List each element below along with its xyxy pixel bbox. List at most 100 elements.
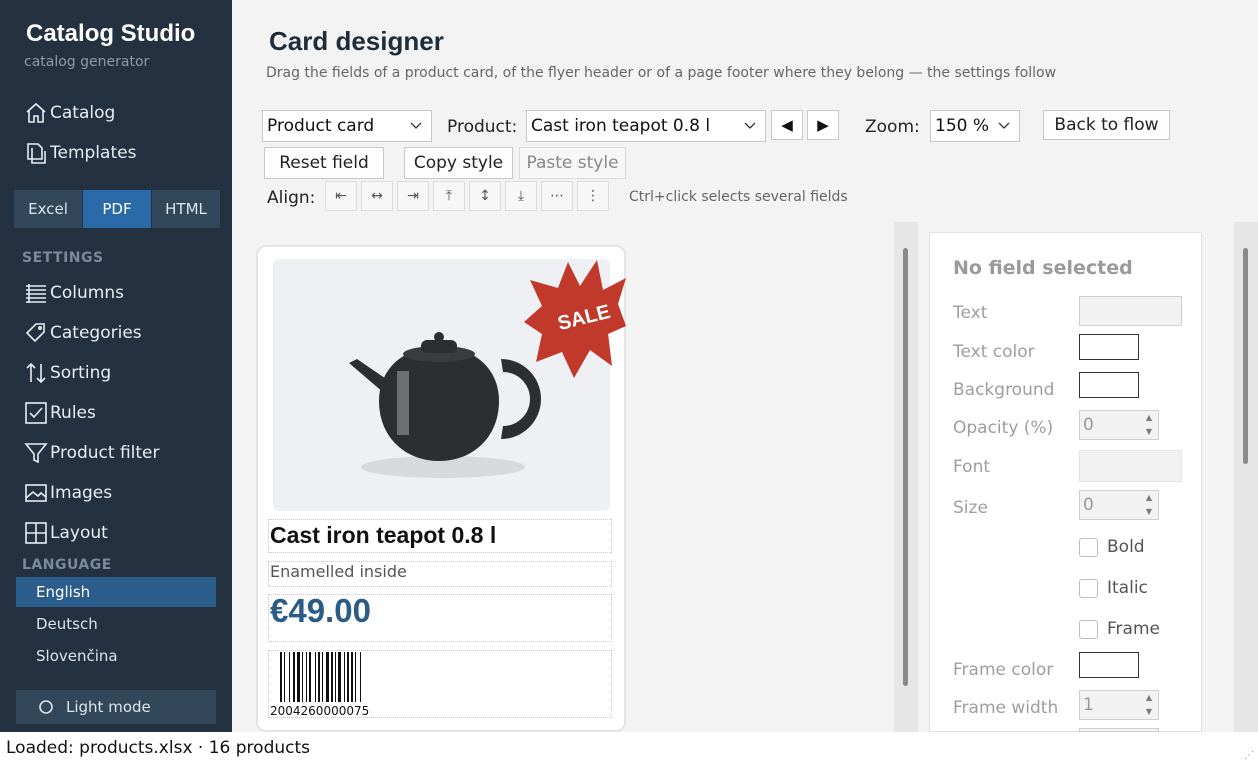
barcode-bar [326, 652, 329, 702]
tab-excel[interactable]: Excel [14, 190, 82, 228]
spin-up-icon[interactable]: ▲ [1146, 693, 1152, 702]
tab-pdf[interactable]: PDF [83, 190, 151, 228]
zoom-label: Zoom: [865, 117, 920, 137]
settings-heading: SETTINGS [22, 250, 104, 266]
product-select[interactable]: Cast iron teapot 0.8 l [526, 110, 766, 142]
page-subtitle: Drag the fields of a product card, of th… [266, 65, 1057, 81]
font-select[interactable] [1079, 450, 1182, 482]
spin-down-icon[interactable]: ▼ [1146, 507, 1152, 516]
barcode-bar [344, 652, 345, 702]
frame-color-label: Frame color [953, 660, 1054, 680]
distribute-v-button[interactable]: ⋮ [577, 181, 609, 211]
canvas-scrollbar-thumb[interactable] [903, 248, 908, 686]
text-input[interactable] [1079, 296, 1182, 326]
barcode-image [280, 652, 361, 702]
page-title: Card designer [269, 26, 444, 56]
sidebar-item-label: Product filter [50, 443, 160, 463]
align-bottom-button[interactable]: ⤓ [505, 181, 537, 211]
home-icon [26, 102, 46, 123]
distribute-h-button[interactable]: ⋯ [541, 181, 573, 211]
checkbox-icon [25, 402, 47, 424]
chevron-down-icon [410, 122, 422, 129]
font-label: Font [953, 457, 991, 477]
format-tabs: Excel PDF HTML [14, 190, 221, 228]
sidebar-item-product-filter[interactable]: Product filter [24, 439, 160, 467]
zoom-select[interactable]: 150 % [930, 110, 1020, 142]
italic-checkbox[interactable]: Italic [1079, 578, 1148, 598]
language-deutsch[interactable]: Deutsch [16, 609, 216, 639]
frame-checkbox[interactable]: Frame [1079, 619, 1160, 639]
sort-icon [26, 362, 46, 384]
next-product-button[interactable]: ▶ [807, 110, 839, 140]
sidebar-item-layout[interactable]: Layout [24, 519, 108, 547]
light-mode-button[interactable]: Light mode [16, 690, 216, 724]
tag-icon [25, 323, 45, 343]
status-bar: Loaded: products.xlsx · 16 products ⋰ [0, 732, 1258, 764]
card-price: €49.00 [270, 592, 371, 629]
nav-templates-label: Templates [50, 143, 137, 163]
barcode-bar [331, 652, 333, 702]
sun-icon [39, 700, 53, 714]
sidebar-item-sorting[interactable]: Sorting [24, 359, 111, 387]
resize-grip-icon[interactable]: ⋰ [1244, 750, 1254, 761]
reset-field-button[interactable]: Reset field [264, 147, 384, 179]
barcode-bar [293, 652, 295, 702]
product-value: Cast iron teapot 0.8 l [531, 116, 711, 136]
barcode-bar [289, 652, 290, 702]
barcode-bar [309, 652, 311, 702]
product-label: Product: [447, 117, 518, 137]
card-type-value: Product card [267, 116, 375, 136]
nav-templates[interactable]: Templates [24, 139, 136, 167]
spin-down-icon[interactable]: ▼ [1146, 427, 1152, 436]
sidebar-item-categories[interactable]: Categories [24, 319, 142, 347]
background-swatch[interactable] [1079, 372, 1139, 398]
background-label: Background [953, 380, 1055, 400]
bold-checkbox[interactable]: Bold [1079, 537, 1145, 557]
italic-label: Italic [1107, 578, 1148, 598]
tab-html[interactable]: HTML [152, 190, 220, 228]
size-stepper[interactable]: 0 ▲ ▼ [1079, 490, 1159, 520]
text-color-swatch[interactable] [1079, 334, 1139, 360]
layout-icon [25, 522, 47, 544]
sidebar-item-images[interactable]: Images [24, 479, 112, 507]
back-to-flow-button[interactable]: Back to flow [1043, 110, 1170, 140]
spin-up-icon[interactable]: ▲ [1146, 493, 1152, 502]
align-top-button[interactable]: ⤒ [433, 181, 465, 211]
nav-catalog[interactable]: Catalog [24, 99, 115, 127]
multi-select-hint: Ctrl+click selects several fields [629, 189, 848, 205]
panel-heading: No field selected [953, 257, 1133, 279]
frame-width-stepper[interactable]: 1 ▲ ▼ [1079, 690, 1159, 720]
text-label: Text [953, 303, 988, 323]
sidebar-item-columns[interactable]: Columns [24, 279, 124, 307]
language-slovencina[interactable]: Slovenčina [16, 641, 216, 671]
barcode-bar [284, 652, 285, 702]
spin-down-icon[interactable]: ▼ [1146, 707, 1152, 716]
size-label: Size [953, 498, 988, 518]
app-subtitle: catalog generator [24, 54, 150, 70]
text-color-label: Text color [953, 342, 1035, 362]
copy-style-button[interactable]: Copy style [404, 147, 513, 179]
bold-label: Bold [1107, 537, 1145, 557]
nav-catalog-label: Catalog [50, 103, 116, 123]
paste-style-button[interactable]: Paste style [519, 147, 626, 179]
align-center-v-button[interactable]: ↕ [469, 181, 501, 211]
frame-color-swatch[interactable] [1079, 652, 1139, 678]
barcode-bar [315, 652, 316, 702]
templates-icon [27, 143, 46, 164]
align-left-button[interactable]: ⇤ [325, 181, 357, 211]
sale-badge: SALE [524, 260, 626, 378]
prev-product-button[interactable]: ◀ [771, 110, 803, 140]
align-right-button[interactable]: ⇥ [397, 181, 429, 211]
panel-scrollbar-thumb[interactable] [1243, 248, 1248, 464]
spin-up-icon[interactable]: ▲ [1146, 413, 1152, 422]
card-type-select[interactable]: Product card [262, 110, 432, 142]
sidebar-item-label: Sorting [50, 363, 112, 383]
sidebar-item-rules[interactable]: Rules [24, 399, 96, 427]
status-text: Loaded: products.xlsx · 16 products [6, 738, 310, 758]
barcode-bar [302, 652, 303, 702]
filter-icon [24, 443, 48, 464]
opacity-stepper[interactable]: 0 ▲ ▼ [1079, 410, 1159, 440]
align-center-h-button[interactable]: ↔ [361, 181, 393, 211]
language-english[interactable]: English [16, 577, 216, 607]
barcode-bar [355, 652, 356, 702]
